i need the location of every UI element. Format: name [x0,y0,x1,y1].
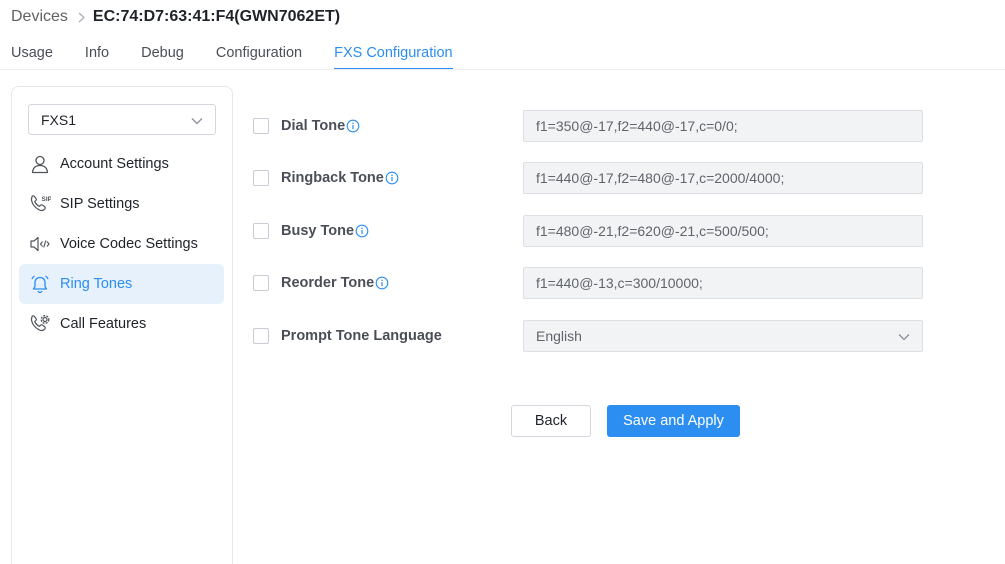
dial-tone-row: Dial Tone f1=350@-17,f2=440@-17,c=0/0; [253,110,933,142]
sidebar-menu: Account Settings SIP SIP Settings Voice … [19,144,224,344]
sidebar-item-label: Ring Tones [60,276,133,292]
busy-tone-checkbox[interactable] [253,223,269,239]
fxs-port-select-value: FXS1 [41,111,77,128]
busy-tone-input[interactable]: f1=480@-21,f2=620@-21,c=500/500; [523,215,923,247]
svg-text:SIP: SIP [42,196,52,203]
sidebar-item-label: Call Features [60,316,147,332]
ringback-tone-row: Ringback Tone f1=440@-17,f2=480@-17,c=20… [253,162,933,194]
prompt-tone-language-label-wrap: Prompt Tone Language [281,328,523,344]
dial-tone-label-wrap: Dial Tone [281,118,523,134]
sidebar-item-account-settings[interactable]: Account Settings [19,144,224,184]
bell-icon [29,273,51,295]
ringback-tone-label-wrap: Ringback Tone [281,170,523,186]
info-icon[interactable] [385,171,399,185]
breadcrumb-devices-link[interactable]: Devices [11,8,68,26]
reorder-tone-row: Reorder Tone f1=440@-13,c=300/10000; [253,267,933,299]
back-button[interactable]: Back [511,405,591,437]
speaker-code-icon [29,233,51,255]
fxs-port-select[interactable]: FXS1 [28,104,216,135]
prompt-tone-language-value: English [536,328,582,344]
sidebar-item-label: SIP Settings [60,196,140,212]
sidebar-item-label: Voice Codec Settings [60,236,198,252]
dial-tone-label: Dial Tone [281,118,346,134]
ringback-tone-label: Ringback Tone [281,170,384,186]
reorder-tone-checkbox[interactable] [253,275,269,291]
tabs-divider [0,69,1005,70]
tab-debug[interactable]: Debug [141,44,184,70]
chevron-down-icon [898,328,910,344]
reorder-tone-input[interactable]: f1=440@-13,c=300/10000; [523,267,923,299]
phone-gear-icon [29,313,51,335]
info-icon[interactable] [375,276,389,290]
info-icon[interactable] [346,119,360,133]
busy-tone-row: Busy Tone f1=480@-21,f2=620@-21,c=500/50… [253,215,933,247]
sidebar-item-label: Account Settings [60,156,169,172]
tab-info[interactable]: Info [85,44,109,70]
tab-usage[interactable]: Usage [11,44,53,70]
tab-bar: Usage Info Debug Configuration FXS Confi… [11,44,485,70]
ringback-tone-input[interactable]: f1=440@-17,f2=480@-17,c=2000/4000; [523,162,923,194]
info-icon[interactable] [355,224,369,238]
prompt-tone-language-select[interactable]: English [523,320,923,352]
chevron-down-icon [191,112,203,128]
tab-configuration[interactable]: Configuration [216,44,302,70]
sidebar-item-call-features[interactable]: Call Features [19,304,224,344]
save-and-apply-button[interactable]: Save and Apply [607,405,740,437]
tab-fxs-configuration[interactable]: FXS Configuration [334,44,454,70]
ringback-tone-checkbox[interactable] [253,170,269,186]
busy-tone-label-wrap: Busy Tone [281,223,523,239]
prompt-tone-language-row: Prompt Tone Language English [253,320,933,352]
chevron-right-icon [78,12,85,23]
breadcrumb: Devices EC:74:D7:63:41:F4(GWN7062ET) [11,6,340,28]
prompt-tone-language-checkbox[interactable] [253,328,269,344]
sidebar-item-ring-tones[interactable]: Ring Tones [19,264,224,304]
busy-tone-label: Busy Tone [281,223,355,239]
reorder-tone-label-wrap: Reorder Tone [281,275,523,291]
sidebar-item-voice-codec-settings[interactable]: Voice Codec Settings [19,224,224,264]
sip-phone-icon: SIP [29,193,51,215]
dial-tone-checkbox[interactable] [253,118,269,134]
user-icon [29,153,51,175]
breadcrumb-current-device: EC:74:D7:63:41:F4(GWN7062ET) [92,8,341,25]
sidebar-item-sip-settings[interactable]: SIP SIP Settings [19,184,224,224]
settings-sidebar: FXS1 Account Settings SIP SIP Settings V… [11,86,233,564]
reorder-tone-label: Reorder Tone [281,275,375,291]
dial-tone-input[interactable]: f1=350@-17,f2=440@-17,c=0/0; [523,110,923,142]
prompt-tone-language-label: Prompt Tone Language [281,328,442,344]
